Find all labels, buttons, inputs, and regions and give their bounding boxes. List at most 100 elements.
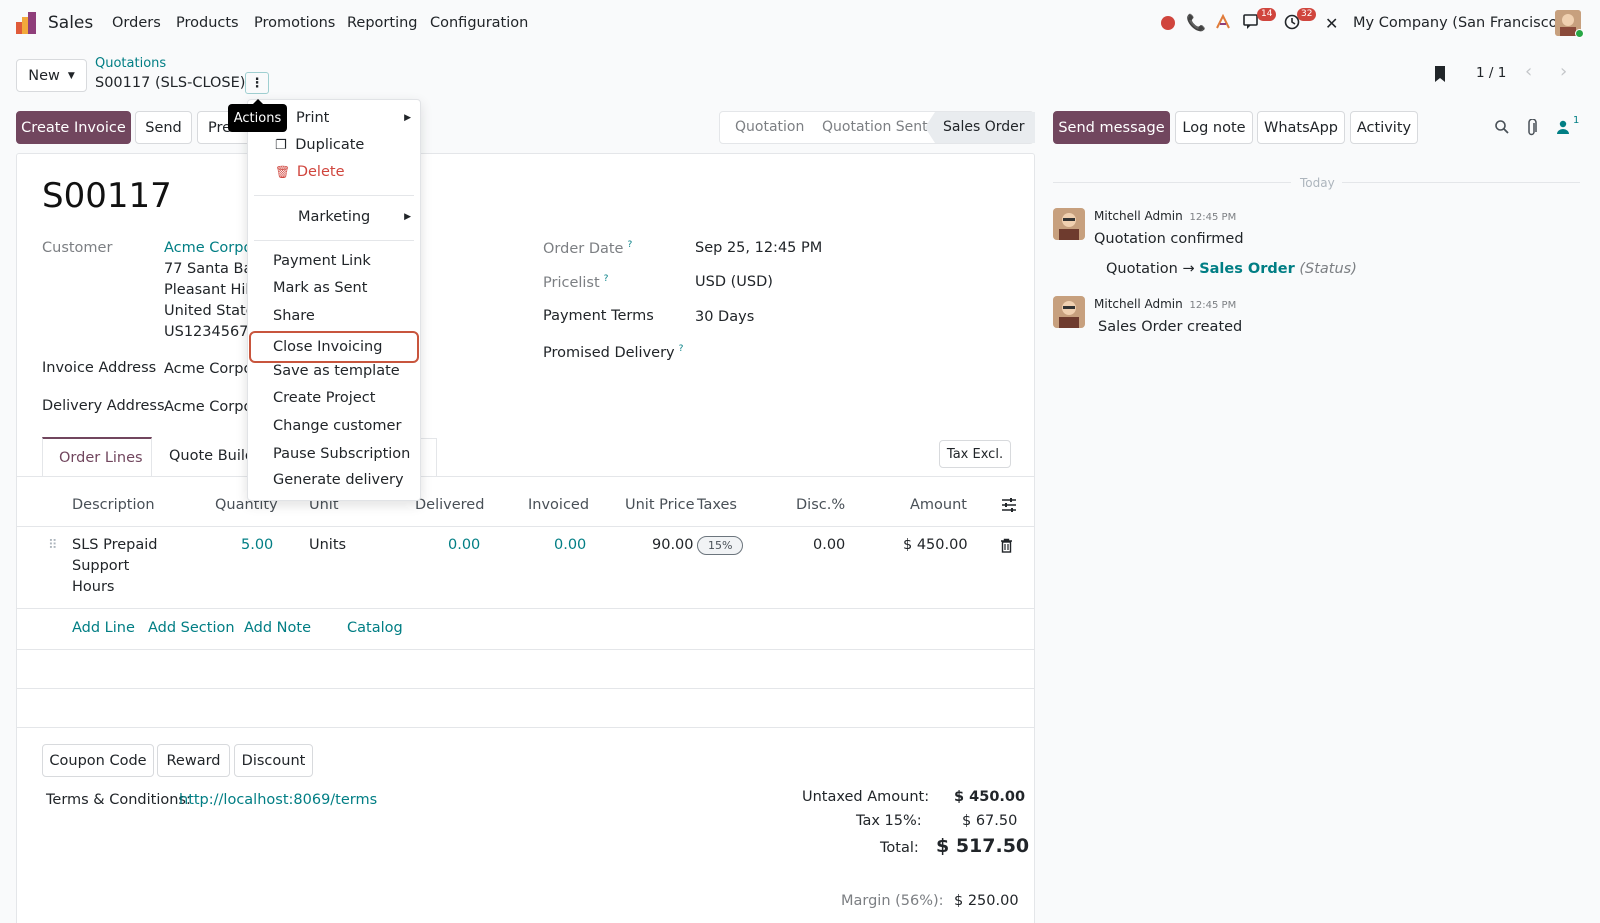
record-title: S00117 (SLS-CLOSE) <box>95 75 246 91</box>
app-logo-icon[interactable] <box>16 12 38 34</box>
whatsapp-button[interactable]: WhatsApp <box>1257 111 1345 144</box>
terms-link[interactable]: http://localhost:8069/terms <box>179 792 377 808</box>
menu-products[interactable]: Products <box>176 15 239 31</box>
help-icon[interactable]: ? <box>679 344 684 354</box>
send-button[interactable]: Send <box>135 111 192 144</box>
discount-button[interactable]: Discount <box>234 744 313 777</box>
copy-icon: ❐ <box>275 138 287 153</box>
message-author[interactable]: Mitchell Admin 12:45 PM <box>1094 209 1236 223</box>
col-discount[interactable]: Disc.% <box>796 497 845 513</box>
pager-previous-icon[interactable]: ‹ <box>1525 61 1532 82</box>
new-button[interactable]: New ▼ <box>16 59 87 92</box>
row-discount[interactable]: 0.00 <box>813 537 845 553</box>
customer-address-line1: 77 Santa Ba <box>164 261 253 277</box>
tracking-new-value: Sales Order <box>1199 261 1295 277</box>
column-settings-icon[interactable] <box>1001 497 1017 513</box>
row-description-line1[interactable]: SLS Prepaid <box>72 537 157 553</box>
paperclip-icon[interactable] <box>1526 118 1538 137</box>
col-description[interactable]: Description <box>72 497 155 513</box>
record-icon[interactable] <box>1161 16 1175 30</box>
messages-badge: 14 <box>1257 8 1277 21</box>
menu-promotions[interactable]: Promotions <box>254 15 335 31</box>
bookmark-icon[interactable] <box>1433 65 1447 83</box>
col-delivered[interactable]: Delivered <box>415 497 484 513</box>
col-taxes[interactable]: Taxes <box>697 497 737 513</box>
search-icon[interactable] <box>1494 119 1510 135</box>
menu-marketing[interactable]: Marketing ▶ <box>298 209 411 225</box>
menu-separator <box>254 195 414 196</box>
actions-gear-button[interactable]: ⋮ <box>245 72 269 94</box>
add-note-link[interactable]: Add Note <box>244 620 311 636</box>
customer-link[interactable]: Acme Corpo <box>164 240 252 256</box>
message-author-avatar[interactable] <box>1053 208 1085 240</box>
order-date-label: Order Date? <box>543 240 632 257</box>
app-name[interactable]: Sales <box>48 13 93 33</box>
message-author-avatar[interactable] <box>1053 296 1085 328</box>
send-message-label: Send message <box>1058 119 1165 136</box>
menu-create-project[interactable]: Create Project <box>273 390 375 406</box>
row-unit[interactable]: Units <box>309 537 346 553</box>
col-amount[interactable]: Amount <box>910 497 967 513</box>
status-quotation-sent[interactable]: Quotation Sent <box>822 119 928 135</box>
menu-configuration[interactable]: Configuration <box>430 15 528 31</box>
menu-marketing-label: Marketing <box>298 209 371 225</box>
add-section-link[interactable]: Add Section <box>148 620 235 636</box>
breadcrumb-quotations[interactable]: Quotations <box>95 56 166 71</box>
menu-duplicate[interactable]: ❐ Duplicate <box>275 137 364 153</box>
add-line-link[interactable]: Add Line <box>72 620 135 636</box>
pricelist-field[interactable]: USD (USD) <box>695 274 773 290</box>
terms-label: Terms & Conditions: <box>46 792 191 808</box>
menu-share[interactable]: Share <box>273 308 315 324</box>
ai-icon[interactable] <box>1215 13 1231 30</box>
arrow-right-icon: → <box>1182 261 1195 277</box>
reward-button[interactable]: Reward <box>157 744 230 777</box>
menu-delete[interactable]: 🗑 Delete <box>275 164 345 180</box>
message-author[interactable]: Mitchell Admin 12:45 PM <box>1094 297 1236 311</box>
row-tax-tag[interactable]: 15% <box>697 536 744 555</box>
untaxed-amount-value: $ 450.00 <box>954 789 1026 805</box>
debug-tools-icon[interactable]: ✕ <box>1325 14 1338 33</box>
row-invoiced[interactable]: 0.00 <box>554 537 586 553</box>
followers-icon[interactable] <box>1555 119 1571 135</box>
help-icon[interactable]: ? <box>604 274 609 284</box>
status-sales-order[interactable]: Sales Order <box>925 112 1035 143</box>
row-description-line2[interactable]: Support <box>72 558 129 574</box>
pager-value[interactable]: 1 / 1 <box>1476 65 1506 81</box>
customer-vat: US12345673 <box>164 324 258 340</box>
row-description-line3[interactable]: Hours <box>72 579 114 595</box>
activity-button[interactable]: Activity <box>1350 111 1418 144</box>
log-note-button[interactable]: Log note <box>1175 111 1253 144</box>
menu-orders[interactable]: Orders <box>112 15 161 31</box>
menu-close-invoicing[interactable]: Close Invoicing <box>249 331 419 363</box>
delivery-address-field[interactable]: Acme Corpo <box>164 399 252 415</box>
col-unit-price[interactable]: Unit Price <box>625 497 695 513</box>
drag-handle-icon[interactable]: ⠿ <box>48 538 58 553</box>
phone-icon[interactable]: 📞 <box>1186 13 1206 32</box>
tab-order-lines[interactable]: Order Lines <box>42 437 152 477</box>
status-quotation[interactable]: Quotation <box>735 119 804 135</box>
menu-save-as-template[interactable]: Save as template <box>273 363 400 379</box>
menu-pause-subscription[interactable]: Pause Subscription <box>273 446 410 462</box>
row-delivered[interactable]: 0.00 <box>448 537 480 553</box>
send-message-button[interactable]: Send message <box>1053 111 1170 144</box>
create-invoice-button[interactable]: Create Invoice <box>16 111 131 144</box>
menu-change-customer[interactable]: Change customer <box>273 418 401 434</box>
menu-print[interactable]: Print ▶ <box>296 110 411 126</box>
menu-generate-delivery[interactable]: Generate delivery <box>273 472 404 488</box>
col-invoiced[interactable]: Invoiced <box>528 497 589 513</box>
coupon-code-button[interactable]: Coupon Code <box>42 744 154 777</box>
company-switcher[interactable]: My Company (San Francisco) <box>1353 15 1563 31</box>
pager-next-icon[interactable]: › <box>1560 61 1567 82</box>
order-date-field[interactable]: Sep 25, 12:45 PM <box>695 240 822 256</box>
payment-terms-field[interactable]: 30 Days <box>695 309 754 325</box>
tax-excl-button[interactable]: Tax Excl. <box>939 440 1011 468</box>
menu-reporting[interactable]: Reporting <box>347 15 418 31</box>
catalog-link[interactable]: Catalog <box>347 620 403 636</box>
row-unit-price[interactable]: 90.00 <box>652 537 694 553</box>
menu-payment-link[interactable]: Payment Link <box>273 253 371 269</box>
menu-mark-as-sent[interactable]: Mark as Sent <box>273 280 367 296</box>
row-quantity[interactable]: 5.00 <box>241 537 273 553</box>
invoice-address-field[interactable]: Acme Corpo <box>164 361 252 377</box>
trash-icon[interactable] <box>1000 538 1013 553</box>
help-icon[interactable]: ? <box>627 240 632 250</box>
